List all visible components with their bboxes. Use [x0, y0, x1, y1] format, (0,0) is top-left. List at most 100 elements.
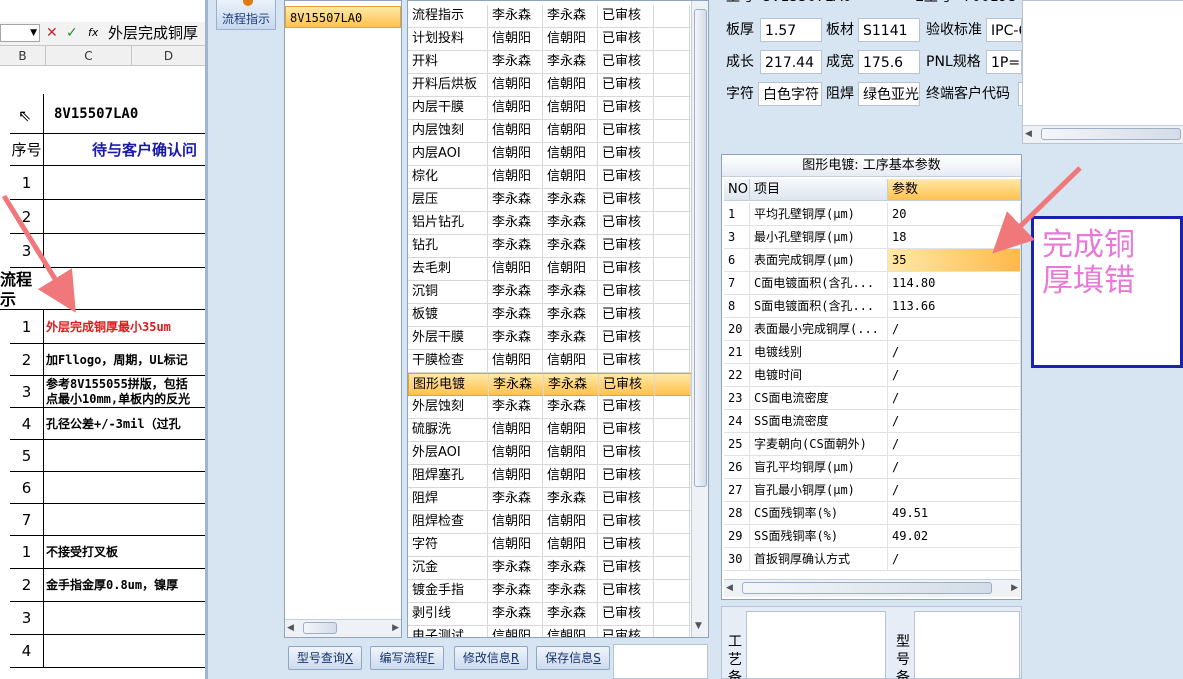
- step-c1-cell[interactable]: 信朝阳: [488, 143, 543, 165]
- column-header-b[interactable]: B: [0, 46, 46, 66]
- step-name-cell[interactable]: 内层AOI: [408, 143, 488, 165]
- step-name-cell[interactable]: 外层AOI: [408, 442, 488, 464]
- step-extra-cell[interactable]: [654, 442, 690, 464]
- param-value-cell[interactable]: 113.66: [888, 295, 1021, 317]
- edit-flow-button[interactable]: 编写流程F: [370, 646, 444, 670]
- step-c2-cell[interactable]: 信朝阳: [543, 465, 598, 487]
- step-name-cell[interactable]: 阻焊检查: [408, 511, 488, 533]
- step-extra-cell[interactable]: [654, 350, 690, 372]
- param-no-cell[interactable]: 6: [724, 249, 750, 271]
- step-row[interactable]: 镀金手指 李永森 李永森 已审核: [408, 580, 691, 603]
- scrollbar-thumb[interactable]: [1041, 128, 1181, 140]
- step-c2-cell[interactable]: 李永森: [543, 212, 598, 234]
- data-cell[interactable]: 不接受打叉板: [44, 536, 206, 569]
- step-status-cell[interactable]: 已审核: [598, 626, 654, 637]
- step-c1-cell[interactable]: 信朝阳: [488, 74, 543, 96]
- column-header-c[interactable]: C: [46, 46, 132, 66]
- param-item-cell[interactable]: CS面电流密度: [750, 387, 888, 409]
- data-cell[interactable]: 加Fllogo，周期，UL标记: [44, 344, 206, 376]
- step-c1-cell[interactable]: 信朝阳: [488, 511, 543, 533]
- step-name-cell[interactable]: 硫脲洗: [408, 419, 488, 441]
- data-cell[interactable]: [44, 602, 206, 635]
- step-status-cell[interactable]: 已审核: [598, 534, 654, 556]
- step-extra-cell[interactable]: [654, 603, 690, 625]
- param-row[interactable]: 28 CS面残铜率(%) 49.51: [724, 502, 1021, 525]
- step-status-cell[interactable]: 已审核: [598, 419, 654, 441]
- step-c1-cell[interactable]: 李永森: [488, 281, 543, 303]
- step-c1-cell[interactable]: 信朝阳: [488, 626, 543, 637]
- step-status-cell[interactable]: 已审核: [598, 74, 654, 96]
- step-extra-cell[interactable]: [654, 534, 690, 556]
- param-item-cell[interactable]: S面电镀面积(含孔...: [750, 295, 888, 317]
- process-note-field[interactable]: [746, 611, 886, 679]
- process-section-cell[interactable]: 流程 示: [0, 268, 206, 310]
- model-list-hscrollbar[interactable]: ◀ ▶: [285, 619, 401, 637]
- param-no-cell[interactable]: 28: [724, 502, 750, 524]
- step-name-cell[interactable]: 镀金手指: [408, 580, 488, 602]
- step-extra-cell[interactable]: [654, 51, 690, 73]
- data-cell[interactable]: [44, 234, 206, 268]
- param-item-cell[interactable]: C面电镀面积(含孔...: [750, 272, 888, 294]
- step-c2-cell[interactable]: 李永森: [543, 396, 598, 418]
- step-c1-cell[interactable]: 信朝阳: [488, 442, 543, 464]
- step-c2-cell[interactable]: 李永森: [543, 5, 598, 27]
- step-c1-cell[interactable]: 信朝阳: [488, 28, 543, 50]
- scroll-down-icon[interactable]: ▼: [695, 621, 702, 631]
- step-row[interactable]: 阻焊 李永森 李永森 已审核: [408, 488, 691, 511]
- step-name-cell[interactable]: 铝片钻孔: [408, 212, 488, 234]
- step-c1-cell[interactable]: 李永森: [488, 189, 543, 211]
- scrollbar-thumb[interactable]: [303, 622, 337, 634]
- step-row[interactable]: 开料 李永森 李永森 已审核: [408, 51, 691, 74]
- step-name-cell[interactable]: 阻焊: [408, 488, 488, 510]
- step-row[interactable]: 层压 李永森 李永森 已审核: [408, 189, 691, 212]
- param-value-cell[interactable]: /: [888, 318, 1021, 340]
- model-note-field[interactable]: [914, 611, 1020, 679]
- step-c2-cell[interactable]: 信朝阳: [543, 511, 598, 533]
- steps-vscrollbar[interactable]: ▼: [691, 1, 708, 637]
- step-c2-cell[interactable]: 信朝阳: [543, 442, 598, 464]
- data-cell[interactable]: 外层完成铜厚最小35um: [44, 310, 206, 344]
- step-status-cell[interactable]: 已审核: [598, 281, 654, 303]
- step-extra-cell[interactable]: [654, 557, 690, 579]
- modify-info-button[interactable]: 修改信息R: [454, 646, 528, 670]
- step-status-cell[interactable]: 已审核: [598, 120, 654, 142]
- data-cell[interactable]: [44, 635, 206, 668]
- param-row[interactable]: 20 表面最小完成铜厚(... /: [724, 318, 1021, 341]
- step-row[interactable]: 沉金 李永森 李永森 已审核: [408, 557, 691, 580]
- param-row[interactable]: 7 C面电镀面积(含孔... 114.80: [724, 272, 1021, 295]
- row-number-cell[interactable]: 3: [10, 234, 44, 268]
- row-number-cell[interactable]: 7: [10, 504, 44, 536]
- param-value-cell[interactable]: /: [888, 548, 1021, 570]
- step-c1-cell[interactable]: 信朝阳: [488, 465, 543, 487]
- step-status-cell[interactable]: 已审核: [598, 350, 654, 372]
- step-row[interactable]: 阻焊塞孔 信朝阳 信朝阳 已审核: [408, 465, 691, 488]
- params-hscrollbar[interactable]: ◀ ▶: [724, 579, 1020, 597]
- step-row[interactable]: 内层干膜 信朝阳 信朝阳 已审核: [408, 97, 691, 120]
- pnl-field[interactable]: 1P=2: [986, 50, 1022, 74]
- model-list-item[interactable]: 8V15507LA0: [285, 6, 401, 28]
- step-c2-cell[interactable]: 信朝阳: [543, 258, 598, 280]
- param-item-cell[interactable]: SS面残铜率(%): [750, 525, 888, 547]
- param-row[interactable]: 6 表面完成铜厚(μm) 35: [724, 249, 1021, 272]
- step-extra-cell[interactable]: [654, 189, 690, 211]
- step-name-cell[interactable]: 开料: [408, 51, 488, 73]
- step-status-cell[interactable]: 已审核: [598, 396, 654, 418]
- param-no-cell[interactable]: 24: [724, 410, 750, 432]
- row-number-cell[interactable]: 1: [10, 166, 44, 200]
- step-row[interactable]: 阻焊检查 信朝阳 信朝阳 已审核: [408, 511, 691, 534]
- step-c2-cell[interactable]: 李永森: [543, 235, 598, 257]
- step-extra-cell[interactable]: [654, 488, 690, 510]
- step-c1-cell[interactable]: 信朝阳: [488, 534, 543, 556]
- step-name-cell[interactable]: 开料后烘板: [408, 74, 488, 96]
- step-extra-cell[interactable]: [654, 626, 690, 637]
- step-extra-cell[interactable]: [654, 419, 690, 441]
- data-cell[interactable]: [44, 200, 206, 234]
- step-extra-cell[interactable]: [654, 258, 690, 280]
- material-field[interactable]: S1141: [858, 18, 920, 42]
- param-value-cell[interactable]: /: [888, 364, 1021, 386]
- character-field[interactable]: 白色字符: [758, 82, 822, 106]
- step-row[interactable]: 外层蚀刻 李永森 李永森 已审核: [408, 396, 691, 419]
- param-row[interactable]: 25 字麦朝向(CS面朝外) /: [724, 433, 1021, 456]
- step-c2-cell[interactable]: 李永森: [543, 580, 598, 602]
- step-extra-cell[interactable]: [654, 235, 690, 257]
